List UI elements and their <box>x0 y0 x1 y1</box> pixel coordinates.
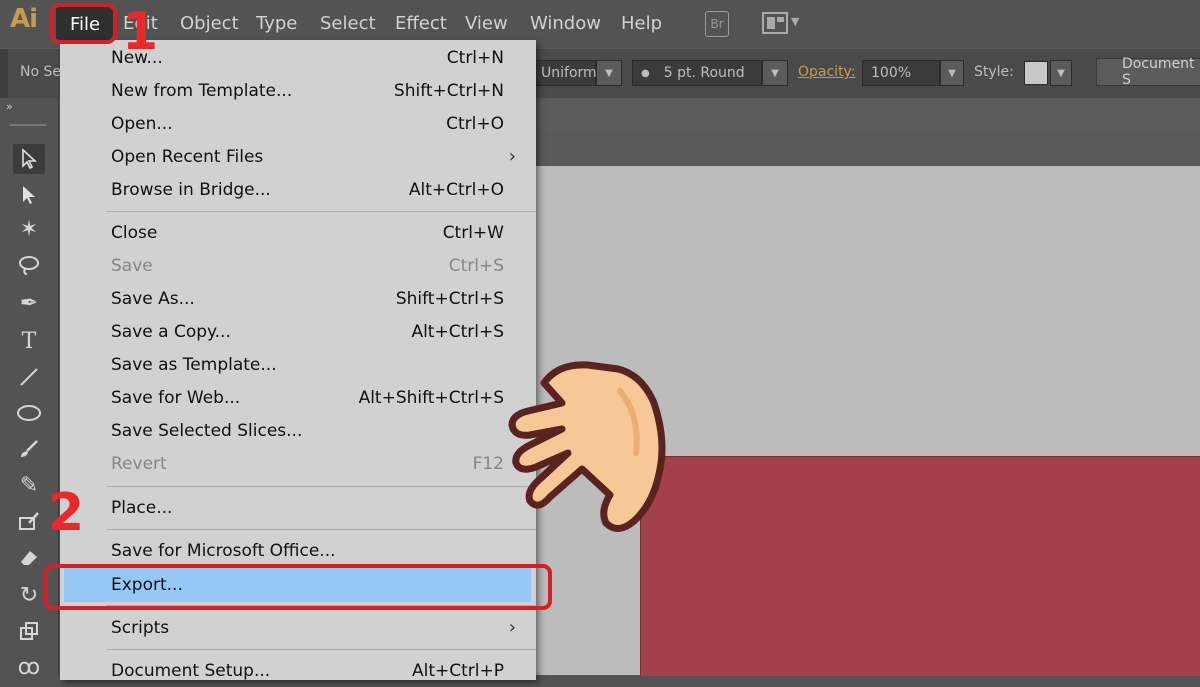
illustrator-logo: Ai <box>10 4 38 34</box>
line-segment-tool-icon[interactable] <box>13 362 45 392</box>
no-selection-label: No Se <box>20 64 61 80</box>
menu-item-label: Save Selected Slices... <box>111 421 303 441</box>
menu-item-shortcut: Alt+Ctrl+S <box>411 322 504 342</box>
menu-item-label: Save a Copy... <box>111 322 231 342</box>
style-swatch[interactable] <box>1024 61 1048 85</box>
red-rectangle-artwork[interactable] <box>640 456 1200 676</box>
menu-item-save-selected-slices[interactable]: Save Selected Slices... <box>60 414 536 447</box>
menu-item-close[interactable]: Close Ctrl+W <box>60 216 536 249</box>
document-setup-button[interactable]: Document S <box>1096 56 1200 88</box>
style-label: Style: <box>974 64 1014 80</box>
ellipse-tool-icon[interactable] <box>13 398 45 428</box>
pointing-hand-icon <box>508 361 666 532</box>
menu-item-save-as-template[interactable]: Save as Template... <box>60 348 536 381</box>
menu-item-revert: Revert F12 <box>60 447 536 480</box>
menu-item-shortcut: Ctrl+N <box>446 48 504 68</box>
stroke-profile-field[interactable]: Uniform <box>532 60 597 86</box>
style-dropdown[interactable]: ▼ <box>1050 60 1072 86</box>
menu-item-label: Browse in Bridge... <box>111 180 271 200</box>
brush-value: 5 pt. Round <box>663 65 745 81</box>
brush-field[interactable]: ● 5 pt. Round <box>632 60 762 86</box>
file-menu-highlight-outline <box>50 3 117 44</box>
chevron-down-icon[interactable]: ▼ <box>791 15 799 28</box>
pencil-tool-icon[interactable]: ✎ <box>13 470 45 500</box>
brush-dot-icon: ● <box>641 67 650 79</box>
export-highlight-outline <box>44 564 552 610</box>
direct-selection-tool-icon[interactable] <box>13 180 45 210</box>
menu-item-browse-in-bridge[interactable]: Browse in Bridge... Alt+Ctrl+O <box>60 173 536 206</box>
menu-item-place[interactable]: Place... <box>60 491 536 524</box>
menu-item-open-recent-files[interactable]: Open Recent Files › <box>60 140 536 173</box>
menu-window[interactable]: Window <box>530 13 601 34</box>
menu-separator <box>106 529 536 530</box>
menu-item-save-for-web[interactable]: Save for Web... Alt+Shift+Ctrl+S <box>60 381 536 414</box>
opacity-field[interactable]: 100% <box>862 60 940 86</box>
menu-separator <box>106 649 536 650</box>
menu-help[interactable]: Help <box>621 13 662 34</box>
menu-item-save: Save Ctrl+S <box>60 249 536 282</box>
eraser-tool-icon[interactable] <box>13 542 45 572</box>
menu-item-new-from-template[interactable]: New from Template... Shift+Ctrl+N <box>60 74 536 107</box>
menu-item-shortcut: Ctrl+S <box>448 256 504 276</box>
submenu-arrow-icon: › <box>508 617 516 638</box>
pen-tool-icon[interactable]: ✒ <box>13 288 45 318</box>
lasso-tool-icon[interactable] <box>13 250 45 280</box>
menu-item-label: Place... <box>111 498 173 518</box>
scale-tool-icon[interactable] <box>13 616 45 646</box>
menu-separator <box>106 486 536 487</box>
menu-separator <box>106 211 536 212</box>
menu-item-shortcut: Ctrl+W <box>442 223 504 243</box>
menu-item-label: Revert <box>111 454 167 474</box>
arrange-documents-icon[interactable] <box>762 12 788 34</box>
collapse-panel-icon[interactable]: » <box>6 100 13 113</box>
step-1-label: 1 <box>122 2 159 62</box>
stroke-profile-dropdown[interactable]: ▼ <box>596 60 622 86</box>
menu-item-label: Open... <box>111 114 173 134</box>
warp-tool-icon[interactable]: ꝏ <box>13 652 45 682</box>
panel-grip[interactable] <box>10 124 46 126</box>
menu-item-label: Save as Template... <box>111 355 277 375</box>
menu-item-label: Document Setup... <box>111 661 271 681</box>
rotate-tool-icon[interactable]: ↻ <box>13 580 45 610</box>
menu-item-shortcut: Alt+Ctrl+O <box>408 180 504 200</box>
menu-view[interactable]: View <box>465 13 508 34</box>
panel-grip[interactable] <box>0 49 8 99</box>
menu-effect[interactable]: Effect <box>395 13 447 34</box>
menu-item-save-as[interactable]: Save As... Shift+Ctrl+S <box>60 282 536 315</box>
bridge-icon[interactable]: Br <box>705 11 729 37</box>
menu-item-shortcut: Alt+Ctrl+P <box>411 661 504 681</box>
menu-item-shortcut: Ctrl+O <box>446 114 504 134</box>
menu-item-label: Save As... <box>111 289 195 309</box>
menu-object[interactable]: Object <box>180 13 239 34</box>
menu-item-document-setup[interactable]: Document Setup... Alt+Ctrl+P <box>60 654 536 687</box>
menu-item-label: Save for Web... <box>111 388 241 408</box>
submenu-arrow-icon: › <box>508 146 516 167</box>
step-2-label: 2 <box>48 483 85 543</box>
menu-item-label: Scripts <box>111 618 170 638</box>
selection-tool-icon[interactable] <box>13 144 45 174</box>
type-tool-icon[interactable]: T <box>13 326 45 356</box>
blob-brush-tool-icon[interactable] <box>13 506 45 536</box>
brush-dropdown[interactable]: ▼ <box>762 60 788 86</box>
menu-item-label: Save for Microsoft Office... <box>111 541 336 561</box>
menu-item-label: Save <box>111 256 153 276</box>
magic-wand-tool-icon[interactable]: ✶ <box>13 214 45 244</box>
menu-item-shortcut: Shift+Ctrl+N <box>393 81 504 101</box>
menu-item-label: New from Template... <box>111 81 293 101</box>
menu-select[interactable]: Select <box>320 13 376 34</box>
menu-item-shortcut: Shift+Ctrl+S <box>395 289 504 309</box>
menu-item-shortcut: Alt+Shift+Ctrl+S <box>358 388 504 408</box>
document-tab-strip[interactable] <box>536 98 1200 130</box>
menu-type[interactable]: Type <box>256 13 297 34</box>
menu-item-label: Open Recent Files <box>111 147 264 167</box>
menu-item-label: Close <box>111 223 158 243</box>
menu-item-open[interactable]: Open... Ctrl+O <box>60 107 536 140</box>
menu-item-scripts[interactable]: Scripts › <box>60 611 536 644</box>
menu-item-save-for-microsoft-office[interactable]: Save for Microsoft Office... <box>60 534 536 567</box>
menu-item-save-a-copy[interactable]: Save a Copy... Alt+Ctrl+S <box>60 315 536 348</box>
opacity-label[interactable]: Opacity: <box>798 64 856 80</box>
opacity-dropdown[interactable]: ▼ <box>940 60 964 86</box>
paintbrush-tool-icon[interactable] <box>13 434 45 464</box>
